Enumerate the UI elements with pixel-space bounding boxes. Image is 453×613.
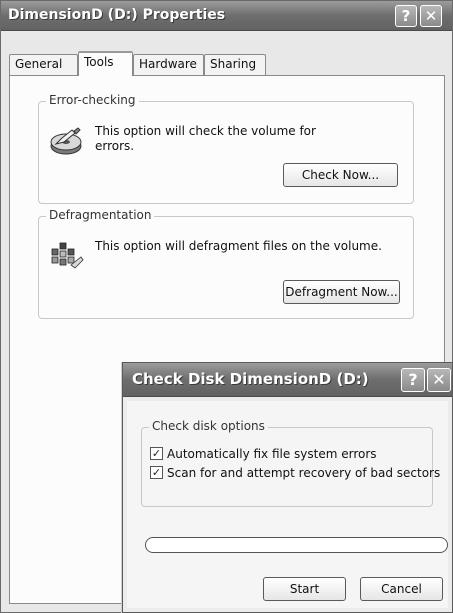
defragmentation-group-label: Defragmentation [46, 208, 155, 222]
properties-titlebar[interactable]: DimensionD (D:) Properties ? ✕ [1, 1, 452, 31]
check-disk-options-group: Check disk options ✓ Automatically fix f… [141, 419, 440, 507]
check-disk-progress-bar [145, 537, 448, 553]
auto-fix-checkbox[interactable]: ✓ [150, 447, 163, 460]
check-disk-dialog: Check Disk DimensionD (D:) ? ✕ Check dis… [122, 362, 453, 613]
properties-window-title: DimensionD (D:) Properties [8, 7, 226, 23]
help-button[interactable]: ? [395, 5, 417, 27]
close-button[interactable]: ✕ [427, 368, 451, 392]
check-disk-titlebar[interactable]: Check Disk DimensionD (D:) ? ✕ [123, 363, 452, 397]
defragment-icon [49, 237, 85, 273]
error-checking-group-label: Error-checking [46, 93, 139, 107]
bad-sectors-label: Scan for and attempt recovery of bad sec… [167, 466, 441, 480]
defragmentation-group: Defragmentation This option will defragm… [38, 208, 414, 319]
error-checking-description-line1: This option will check the volume for [95, 124, 316, 138]
error-checking-description-line2: errors. [95, 139, 135, 153]
defragmentation-description: This option will defragment files on the… [95, 239, 382, 253]
auto-fix-label: Automatically fix file system errors [167, 447, 377, 461]
help-button[interactable]: ? [401, 368, 425, 392]
bad-sectors-checkbox[interactable]: ✓ [150, 466, 163, 479]
tab-hardware[interactable]: Hardware [133, 54, 204, 75]
check-disk-title: Check Disk DimensionD (D:) [132, 370, 369, 388]
tab-sharing[interactable]: Sharing [204, 54, 266, 75]
check-disk-options-label: Check disk options [149, 419, 268, 433]
start-button[interactable]: Start [263, 577, 346, 601]
disk-check-icon [49, 124, 85, 160]
check-now-button[interactable]: Check Now... [283, 163, 398, 187]
error-checking-group: Error-checking This option will check th… [38, 93, 414, 204]
tab-general[interactable]: General [9, 54, 78, 75]
defragment-now-button[interactable]: Defragment Now... [283, 280, 400, 304]
close-button[interactable]: ✕ [420, 5, 442, 27]
tab-tools[interactable]: Tools [78, 51, 133, 76]
cancel-button[interactable]: Cancel [360, 577, 443, 601]
check-disk-body: Check disk options ✓ Automatically fix f… [127, 401, 448, 608]
